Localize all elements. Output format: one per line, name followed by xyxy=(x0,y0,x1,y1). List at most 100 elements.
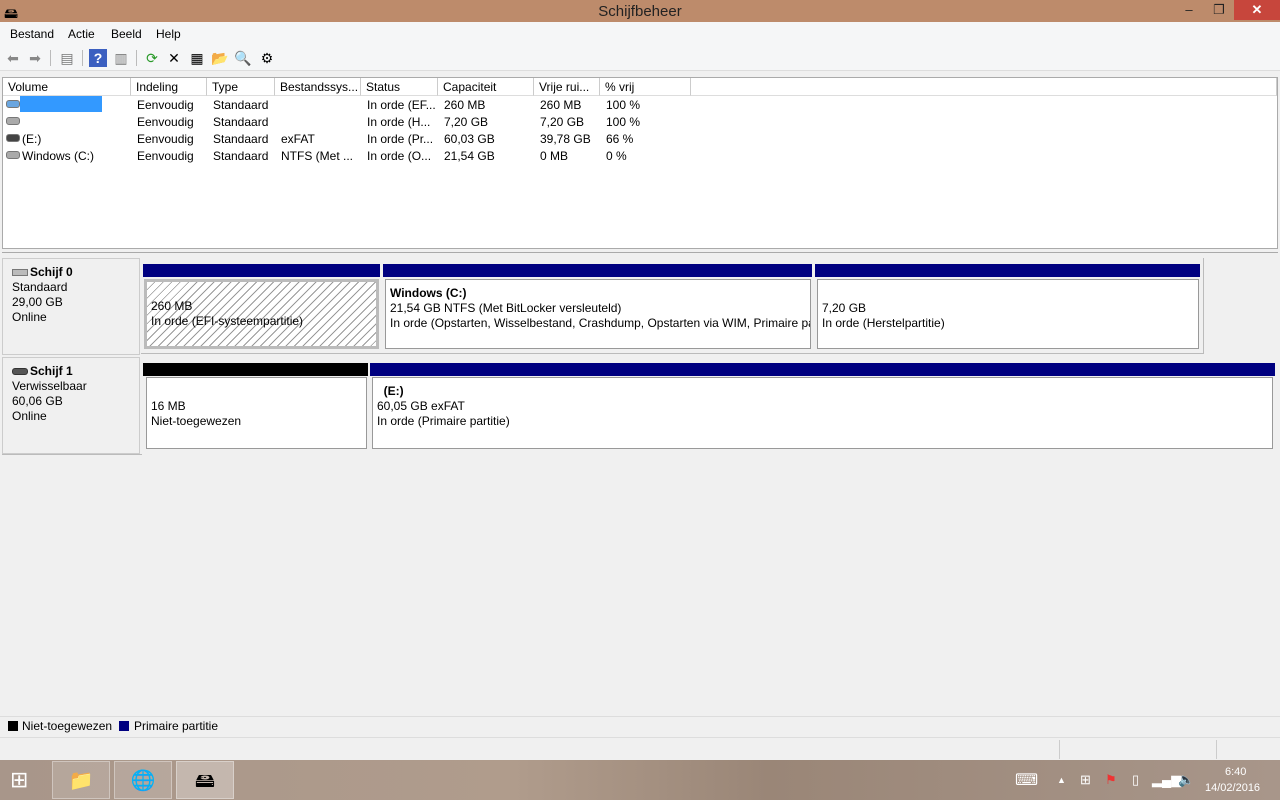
column-header-capaciteit[interactable]: Capaciteit xyxy=(438,78,534,96)
cell-pct: 100 % xyxy=(606,115,641,129)
network-icon[interactable]: ▂▄▆ xyxy=(1152,772,1181,788)
chrome-icon[interactable]: 🌐 xyxy=(114,761,172,799)
window-title: Schijfbeheer xyxy=(598,3,682,20)
cell-cap: 60,03 GB xyxy=(444,132,495,146)
menu-bar: Bestand Actie Beeld Help xyxy=(0,22,1280,45)
disk-name: Schijf 1 xyxy=(12,364,73,378)
cell-indeling: Eenvoudig xyxy=(137,149,194,163)
cell-cap: 21,54 GB xyxy=(444,149,495,163)
disk-name: Schijf 0 xyxy=(12,265,73,279)
drive-icon xyxy=(6,151,20,159)
partition-bar-e xyxy=(370,363,1275,376)
drive-icon xyxy=(6,117,20,125)
help-icon[interactable]: ? xyxy=(89,49,107,67)
volume-row[interactable]: (E:) Eenvoudig Standaard exFAT In orde (Pr..… xyxy=(3,130,1277,147)
open-icon[interactable]: 📂 xyxy=(211,49,229,67)
menu-beeld[interactable]: Beeld xyxy=(111,27,142,41)
delete-icon[interactable]: ✕ xyxy=(165,49,183,67)
cell-free: 7,20 GB xyxy=(540,115,585,129)
column-header-bestandssysteem[interactable]: Bestandssys... xyxy=(275,78,361,96)
back-icon[interactable]: ⬅ xyxy=(4,49,22,67)
disk-state: Online xyxy=(12,409,47,423)
cell-free: 260 MB xyxy=(540,98,582,112)
windows-flag-icon[interactable]: ⊞ xyxy=(1080,772,1091,788)
keyboard-icon[interactable]: ⌨ xyxy=(1015,770,1038,790)
cell-cap: 7,20 GB xyxy=(444,115,489,129)
refresh-icon[interactable]: ⟳ xyxy=(143,49,161,67)
disk-type: Verwisselbaar xyxy=(12,379,87,393)
action-center-icon[interactable]: ⚑ xyxy=(1105,772,1117,788)
partition-bar-unallocated xyxy=(143,363,368,376)
menu-help[interactable]: Help xyxy=(156,27,181,41)
partition-bar-c xyxy=(383,264,812,277)
cell-cap: 260 MB xyxy=(444,98,486,112)
cell-type: Standaard xyxy=(213,98,269,112)
partition-efi[interactable]: 260 MB In orde (EFI-systeempartitie) xyxy=(144,279,379,349)
legend-primary: Primaire partitie xyxy=(134,719,219,733)
cell-pct: 100 % xyxy=(606,98,641,112)
maximize-button[interactable]: ❐ xyxy=(1204,0,1234,20)
disk-1-label[interactable]: Schijf 1 Verwisselbaar 60,06 GB Online xyxy=(2,357,140,454)
disk-map: Schijf 0 Standaard 29,00 GB Online 260 M… xyxy=(2,252,1278,712)
battery-icon[interactable]: ▯ xyxy=(1132,772,1139,788)
disk-size: 60,06 GB xyxy=(12,394,63,408)
partition-bar-recovery xyxy=(815,264,1200,277)
partition-bar-efi xyxy=(143,264,380,277)
cell-status: In orde (O... xyxy=(367,149,432,163)
cell-volume: (E:) xyxy=(22,132,42,146)
file-explorer-icon[interactable]: 📁 xyxy=(52,761,110,799)
status-bar xyxy=(0,737,1280,760)
disk-size: 29,00 GB xyxy=(12,295,63,309)
disk-state: Online xyxy=(12,310,47,324)
properties-icon[interactable]: ▦ xyxy=(188,49,206,67)
cell-type: Standaard xyxy=(213,149,269,163)
cell-type: Standaard xyxy=(213,115,269,129)
disk-0-label[interactable]: Schijf 0 Standaard 29,00 GB Online xyxy=(2,258,140,355)
cell-free: 39,78 GB xyxy=(540,132,591,146)
legend-unallocated: Niet-toegewezen xyxy=(22,719,113,733)
disk-type: Standaard xyxy=(12,280,68,294)
taskbar: ⊞ 📁 🌐 🖴 ⌨ ▲ ⊞ ⚑ ▯ ▂▄▆ 🔈 6:40 14/02/2016 xyxy=(0,760,1280,800)
volume-icon[interactable]: 🔈 xyxy=(1178,772,1194,788)
cell-status: In orde (Pr... xyxy=(367,132,434,146)
clock-date[interactable]: 14/02/2016 xyxy=(1205,782,1260,794)
column-header-volume[interactable]: Volume xyxy=(3,78,131,96)
close-button[interactable]: ✕ xyxy=(1234,0,1280,20)
disk-icon xyxy=(12,269,28,276)
settings-icon[interactable]: ⚙ xyxy=(258,49,276,67)
partition-windows-c[interactable]: Windows (C:) 21,54 GB NTFS (Met BitLocker… xyxy=(385,279,811,349)
toolbar: ⬅ ➡ ▤ ? ▥ ⟳ ✕ ▦ 📂 🔍 ⚙ xyxy=(0,45,1280,71)
selection-highlight xyxy=(20,96,102,112)
cell-indeling: Eenvoudig xyxy=(137,132,194,146)
forward-icon[interactable]: ➡ xyxy=(26,49,44,67)
drive-icon xyxy=(6,134,20,142)
show-action-pane-icon[interactable]: ▥ xyxy=(112,49,130,67)
column-header-status[interactable]: Status xyxy=(361,78,438,96)
column-header-vrije-ruimte[interactable]: Vrije rui... xyxy=(534,78,600,96)
cell-indeling: Eenvoudig xyxy=(137,98,194,112)
partition-e[interactable]: (E:) 60,05 GB exFAT In orde (Primaire part… xyxy=(372,377,1273,449)
menu-actie[interactable]: Actie xyxy=(68,27,95,41)
explore-icon[interactable]: 🔍 xyxy=(234,49,252,67)
volume-row[interactable]: Eenvoudig Standaard In orde (H... 7,20 GB 7,… xyxy=(3,113,1277,130)
cell-indeling: Eenvoudig xyxy=(137,115,194,129)
start-button[interactable]: ⊞ xyxy=(10,767,28,793)
volume-row[interactable]: Eenvoudig Standaard In orde (EF... 260 MB 26… xyxy=(3,96,1277,113)
column-header-indeling[interactable]: Indeling xyxy=(131,78,207,96)
partition-recovery[interactable]: 7,20 GB In orde (Herstelpartitie) xyxy=(817,279,1199,349)
clock-time[interactable]: 6:40 xyxy=(1225,766,1246,778)
show-hidden-icons-icon[interactable]: ▲ xyxy=(1057,775,1066,785)
disk-management-icon[interactable]: 🖴 xyxy=(176,761,234,799)
legend-swatch-unallocated xyxy=(8,721,18,731)
column-header-pct-vrij[interactable]: % vrij xyxy=(600,78,691,96)
minimize-button[interactable]: – xyxy=(1174,0,1204,20)
legend-swatch-primary xyxy=(119,721,129,731)
cell-status: In orde (H... xyxy=(367,115,431,129)
menu-bestand[interactable]: Bestand xyxy=(10,27,54,41)
volume-row[interactable]: Windows (C:) Eenvoudig Standaard NTFS (Met … xyxy=(3,147,1277,164)
show-hide-console-tree-icon[interactable]: ▤ xyxy=(58,49,76,67)
partition-unallocated[interactable]: 16 MB Niet-toegewezen xyxy=(146,377,367,449)
cell-fs: exFAT xyxy=(281,132,315,146)
cell-pct: 0 % xyxy=(606,149,627,163)
column-header-type[interactable]: Type xyxy=(207,78,275,96)
